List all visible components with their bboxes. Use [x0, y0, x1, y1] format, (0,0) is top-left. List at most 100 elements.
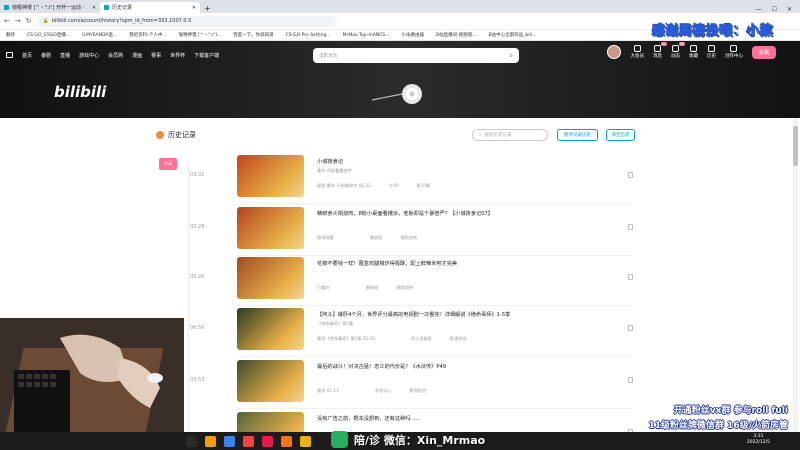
video-title[interactable]: 花椒不要钱一样！蕾盒鸡腿械炸得极酥，配上鲜辣米吧才完美: [317, 260, 617, 267]
scrollbar[interactable]: [793, 118, 798, 432]
nav-item-manga[interactable]: 漫画: [132, 52, 142, 59]
taskbar-app-icon[interactable]: [281, 435, 292, 447]
wechat-contact-banner: 陪/诊 微信：Xin_Mrmao: [331, 429, 527, 450]
video-title[interactable]: 精鲜食火锅烧肉，8粉小桌面看摊派，老板却是个暴管严？【小城夜食记07】: [317, 210, 617, 217]
search-icon[interactable]: ⌕: [510, 52, 513, 60]
video-title[interactable]: 【阿斗】爆肝4个月，世界评分最高的电视剧一次看完！详细解说《绝命毒师》1-5季: [317, 311, 617, 318]
taskbar-app-icon[interactable]: [224, 435, 235, 447]
windows-start-icon[interactable]: [186, 435, 197, 447]
new-tab-button[interactable]: +: [200, 4, 215, 13]
video-thumbnail[interactable]: [237, 308, 304, 350]
item-divider: [237, 255, 633, 256]
video-title[interactable]: 没有广告之前，根本没想到，还有这种吗……: [317, 415, 617, 422]
bookmark-item[interactable]: ILMYRANDA直...: [82, 32, 117, 38]
nav-item-mall[interactable]: 会员购: [108, 52, 123, 59]
history-meta: 影视综合: [409, 388, 427, 393]
header-banner: 首页 番剧 直播 游戏中心 会员购 漫画 赛事 世界杯 下载客户端 电影活动 ⌕…: [0, 41, 800, 118]
video-thumbnail[interactable]: [237, 207, 304, 249]
history-meta: 阿斗说电影: [410, 336, 432, 341]
delete-icon[interactable]: [628, 172, 633, 178]
history-time: 03:28: [190, 224, 205, 230]
bookmark-item[interactable]: B站直播间-视频观...: [436, 32, 477, 38]
reload-icon[interactable]: ↻: [26, 17, 32, 25]
history-clock-icon: [156, 131, 164, 139]
bookmark-item[interactable]: MrMao Top-mANCS...: [343, 33, 390, 38]
item-divider: [237, 408, 633, 409]
history-meta-row: 星剧·番外 开始播放中 01:32 主UP 第10集: [317, 183, 430, 189]
nav-creator-center[interactable]: 创作中心: [725, 45, 743, 59]
clear-history-button[interactable]: 清空历史: [606, 129, 635, 141]
bookmark-item[interactable]: 我的资料-个人中...: [129, 32, 166, 38]
video-thumbnail[interactable]: [237, 257, 304, 299]
taskbar-app-icon[interactable]: [205, 435, 216, 447]
pause-history-button[interactable]: 暂停记录历史: [557, 129, 598, 141]
video-thumbnail[interactable]: [237, 360, 304, 402]
scrollbar-thumb[interactable]: [793, 126, 798, 166]
delete-icon[interactable]: [628, 377, 633, 383]
back-icon[interactable]: ←: [4, 17, 10, 25]
nav-vip[interactable]: 大会员: [630, 45, 644, 59]
history-meta-row: 暂停观看 曼妮宿 视频加快: [317, 235, 417, 241]
forward-icon[interactable]: →: [15, 17, 21, 25]
delete-icon[interactable]: [628, 325, 633, 331]
item-divider: [237, 356, 633, 357]
taskbar-app-icon[interactable]: [262, 435, 273, 447]
delete-icon[interactable]: [628, 274, 633, 280]
tab-close-icon[interactable]: ✕: [192, 5, 196, 11]
search-placeholder: 电影活动: [319, 53, 337, 59]
browser-tab-0[interactable]: 咖喱神慢 [^ヽ°ɔ°] 开杯一运动 - ✕: [0, 2, 100, 13]
video-title[interactable]: 小城夜食记: [317, 158, 617, 165]
bilibili-tv-icon[interactable]: [6, 52, 13, 58]
main-search-input[interactable]: 电影活动 ⌕: [313, 48, 519, 63]
bookmark-item[interactable]: 咖喱神慢 [^ヽ°ɔ°]...: [179, 32, 221, 38]
history-meta: 星剧·番外 开始播放中 01:32: [317, 183, 371, 188]
taskbar-clock[interactable]: 3:31 2022/12/5: [747, 434, 770, 446]
bookmark-item[interactable]: 百度一下，你就知道: [233, 32, 274, 38]
nav-item-live[interactable]: 直播: [60, 52, 70, 59]
upload-button[interactable]: 投稿: [751, 45, 776, 59]
webcam-scene: [0, 318, 184, 432]
message-badge: 41: [660, 42, 667, 46]
nav-item-anime[interactable]: 番剧: [41, 52, 51, 59]
tab-close-icon[interactable]: ✕: [92, 5, 96, 11]
video-title[interactable]: 最后的战斗！对决古猛！忠义的代价是？《水浒传》P49: [317, 363, 617, 370]
nav-item-game-center[interactable]: 游戏中心: [79, 52, 99, 59]
nav-item-home[interactable]: 首页: [22, 52, 32, 59]
history-search-input[interactable]: ⌕ 搜索历史记录: [472, 129, 548, 141]
bilibili-logo[interactable]: bilibili: [54, 83, 106, 101]
bookmark-item[interactable]: B站中心全部商品_bili...: [489, 32, 537, 38]
browser-tab-1[interactable]: 历史记录 ✕: [100, 2, 200, 13]
history-meta: 看到 01:13: [317, 388, 339, 393]
video-subtitle: 番外·开始看播放中: [317, 168, 352, 173]
nav-favorites[interactable]: 收藏: [689, 45, 698, 59]
page-title: 历史记录: [156, 130, 196, 140]
nav-item-esports[interactable]: 赛事: [151, 52, 161, 59]
search-icon: ⌕: [479, 133, 482, 138]
history-meta: 影视综合: [449, 336, 467, 341]
bookmark-item[interactable]: CS:GO_CSGO直播...: [27, 32, 70, 38]
maximize-icon[interactable]: ☐: [772, 6, 777, 13]
taskbar-app-icon[interactable]: [300, 435, 311, 447]
nav-item-download[interactable]: 下载客户端: [194, 52, 219, 59]
overlay-fan-group-text: 开通粉丝vx群 参与roll fuli: [673, 406, 788, 416]
nav-messages[interactable]: 消息 41: [653, 42, 667, 59]
nav-dynamic[interactable]: 动态 38: [671, 42, 685, 59]
nav-item-worldcup[interactable]: 世界杯: [170, 52, 185, 59]
nav-history[interactable]: 历史: [707, 45, 716, 59]
history-meta: 曼妮宿: [365, 285, 379, 290]
bookmark-item[interactable]: 小米路由器: [402, 32, 425, 38]
overlay-wechat-group-text: 11级粉丝牌微信群 16级/火箭房管: [648, 421, 788, 431]
delete-icon[interactable]: [628, 224, 633, 230]
minimize-icon[interactable]: —: [756, 6, 762, 13]
webcam-overlay: [0, 318, 184, 432]
tab-favicon-icon: [104, 5, 109, 10]
url-input[interactable]: 🔒 bilibili.com/account/history?spm_id_fr…: [36, 15, 337, 27]
avatar[interactable]: [607, 45, 622, 59]
bookmark-item[interactable]: CS:GO Pro Setting...: [286, 33, 331, 38]
dynamic-badge: 38: [678, 42, 685, 46]
bookmark-item[interactable]: 翻译: [6, 32, 15, 38]
history-meta: 第10集: [416, 183, 431, 188]
video-thumbnail[interactable]: [237, 155, 304, 197]
close-window-icon[interactable]: ✕: [787, 6, 792, 13]
taskbar-app-icon[interactable]: [243, 435, 254, 447]
